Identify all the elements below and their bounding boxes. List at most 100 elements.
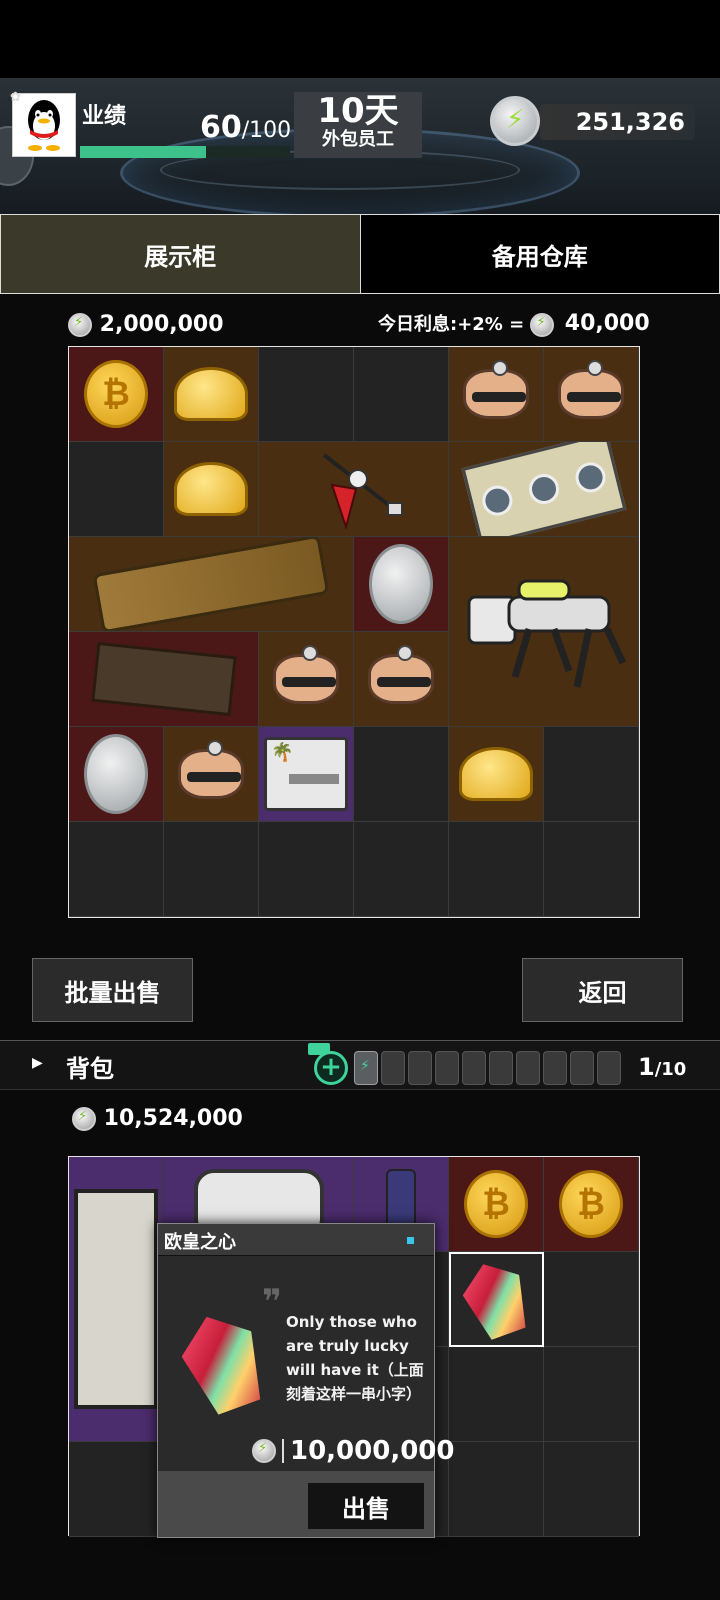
currency-bar[interactable]: 251,326	[540, 104, 695, 140]
avatar[interactable]	[12, 93, 76, 157]
item-title: 欧皇之心	[164, 1232, 236, 1253]
grid-cell-ticket-card[interactable]	[259, 727, 354, 822]
days-value: 10天	[317, 91, 399, 131]
backpack-label: 背包	[66, 1055, 114, 1083]
battery-icon	[516, 1051, 540, 1085]
rarity-dot-icon	[407, 1237, 414, 1244]
grid-cell-robot-head[interactable]	[449, 347, 544, 442]
sell-button[interactable]: 出售	[308, 1483, 424, 1529]
grid-cell-spinning-top[interactable]	[259, 442, 449, 537]
battery-icon	[462, 1051, 486, 1085]
lucky-crystal-icon	[455, 1254, 537, 1344]
grid-cell-tiger-painting[interactable]	[69, 1157, 164, 1442]
gold-ingot-icon	[174, 462, 248, 516]
bitcoin-icon: ₿	[559, 1170, 623, 1238]
grid-cell-empty[interactable]	[354, 347, 449, 442]
backpack-bar[interactable]: ▶ 背包 + 1/10	[0, 1040, 720, 1090]
grid-cell-empty[interactable]	[544, 1347, 639, 1442]
item-detail-popup: 欧皇之心 ❞ Only those who are truly lucky wi…	[157, 1223, 454, 1538]
battery-icon	[408, 1051, 432, 1085]
grid-cell-empty[interactable]	[354, 727, 449, 822]
performance-current: 60	[200, 110, 242, 145]
tiger-painting-icon	[74, 1189, 158, 1409]
tab-showcase[interactable]: 展示柜	[1, 215, 361, 293]
gear-icon[interactable]: ✿	[10, 90, 21, 105]
grid-cell-empty[interactable]	[544, 727, 639, 822]
performance-max: /100	[241, 118, 292, 143]
backpack-count: 1/10	[638, 1053, 686, 1081]
showcase-grid: ₿	[68, 346, 640, 918]
grid-cell-bitcoin[interactable]: ₿	[69, 347, 164, 442]
battery-icon	[435, 1051, 459, 1085]
grid-cell-lucky-crystal-selected[interactable]	[449, 1252, 544, 1347]
grid-cell-graphics-card[interactable]	[449, 442, 639, 537]
grid-cell-gold-ingot[interactable]	[164, 347, 259, 442]
grid-cell-robot-head[interactable]	[259, 632, 354, 727]
item-price: 10,000,000	[290, 1436, 455, 1466]
grid-cell-empty[interactable]	[354, 822, 449, 917]
gold-ingot-icon	[174, 367, 248, 421]
grid-cell-robot-head[interactable]	[544, 347, 639, 442]
performance-bar	[80, 146, 290, 158]
item-description: Only those who are truly lucky will have…	[286, 1313, 424, 1403]
interest-label: 今日利息:+2% =	[378, 314, 525, 335]
expand-arrow-icon[interactable]: ▶	[32, 1055, 43, 1071]
grid-cell-empty[interactable]	[259, 347, 354, 442]
battery-icon	[597, 1051, 621, 1085]
ticket-card-icon	[264, 737, 348, 811]
backpack-slots-total: /10	[654, 1059, 687, 1080]
grid-cell-bitcoin[interactable]: ₿	[544, 1157, 639, 1252]
grid-cell-robot-head[interactable]	[164, 727, 259, 822]
backpack-slots-used: 1	[638, 1053, 655, 1081]
robot-head-icon	[558, 360, 624, 419]
grid-cell-empty[interactable]	[544, 1252, 639, 1347]
grid-cell-robot-dog[interactable]	[449, 537, 639, 727]
bolt-coin-icon	[252, 1439, 276, 1463]
bulk-sell-button[interactable]: 批量出售	[32, 958, 193, 1022]
grid-cell-empty[interactable]	[164, 822, 259, 917]
grid-cell-scroll-box[interactable]	[69, 632, 259, 727]
days-panel: 10天 外包员工	[294, 92, 422, 158]
robot-head-icon	[463, 360, 529, 419]
graphics-card-icon	[461, 442, 626, 536]
popup-header: 欧皇之心	[158, 1224, 434, 1256]
grid-cell-silver-coin[interactable]	[354, 537, 449, 632]
gold-ingot-icon	[459, 747, 533, 801]
grid-cell-empty[interactable]	[69, 1442, 164, 1537]
grid-cell-gold-ingot[interactable]	[164, 442, 259, 537]
grid-cell-empty[interactable]	[69, 442, 164, 537]
grid-cell-empty[interactable]	[259, 822, 354, 917]
smartphone-icon	[92, 537, 330, 631]
currency-amount: 251,326	[575, 108, 685, 136]
grid-cell-silver-coin[interactable]	[69, 727, 164, 822]
robot-head-icon	[273, 645, 339, 704]
tab-storage[interactable]: 备用仓库	[360, 215, 719, 293]
grid-cell-empty[interactable]	[69, 822, 164, 917]
performance-label: 业绩	[82, 104, 127, 129]
grid-cell-empty[interactable]	[449, 1347, 544, 1442]
bolt-coin-icon	[72, 1107, 96, 1131]
item-price-row: 10,000,000	[252, 1436, 454, 1466]
grid-cell-bitcoin[interactable]: ₿	[449, 1157, 544, 1252]
grid-cell-smartphone[interactable]	[69, 537, 354, 632]
grid-cell-empty[interactable]	[544, 822, 639, 917]
price-divider	[282, 1439, 284, 1463]
grid-cell-gold-ingot[interactable]	[449, 727, 544, 822]
grid-cell-robot-head[interactable]	[354, 632, 449, 727]
quote-icon: ❞	[262, 1282, 282, 1322]
robot-head-icon	[178, 740, 244, 799]
silver-coin-icon	[369, 544, 433, 624]
battery-icon	[354, 1051, 378, 1085]
backpack-total: 10,524,000	[72, 1106, 243, 1131]
back-button[interactable]: 返回	[522, 958, 683, 1022]
battery-icon	[543, 1051, 567, 1085]
grid-cell-empty[interactable]	[544, 1442, 639, 1537]
robot-head-icon	[368, 645, 434, 704]
plus-icon[interactable]: +	[314, 1051, 348, 1085]
grid-cell-empty[interactable]	[449, 822, 544, 917]
bolt-coin-icon	[68, 313, 92, 337]
backpack-total-value: 10,524,000	[103, 1106, 243, 1131]
showcase-total-value: 2,000,000	[99, 312, 224, 337]
silver-coin-icon	[84, 734, 148, 814]
grid-cell-empty[interactable]	[449, 1442, 544, 1537]
